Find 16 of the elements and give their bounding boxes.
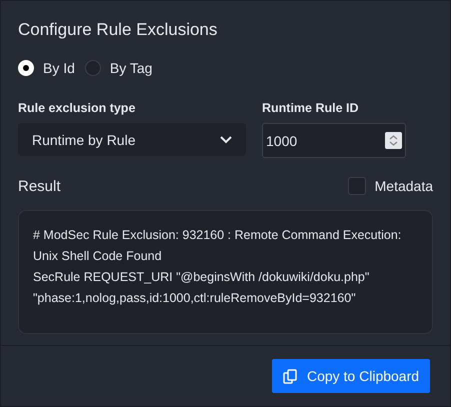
spinner-icon[interactable]: [385, 132, 402, 149]
copy-button[interactable]: Copy to Clipboard: [272, 359, 430, 393]
rule-id-field[interactable]: 1000: [262, 123, 406, 158]
copy-icon: [282, 368, 298, 384]
radio-label[interactable]: By Tag: [110, 60, 152, 76]
result-label: Result: [18, 178, 61, 194]
metadata-checkbox[interactable]: [348, 177, 366, 195]
checkbox-label[interactable]: Metadata: [374, 178, 433, 194]
chevron-down-icon: [220, 136, 232, 144]
field-label: Rule exclusion type: [18, 101, 136, 115]
field-label: Runtime Rule ID: [262, 101, 360, 115]
dialog-title: Configure Rule Exclusions: [18, 19, 218, 41]
radio-button[interactable]: [84, 60, 101, 76]
radio-label[interactable]: By Id: [43, 60, 75, 76]
exclusion-type-select[interactable]: Runtime by Rule: [18, 123, 246, 156]
result-textarea[interactable]: # ModSec Rule Exclusion: 932160 : Remote Command Execution: Unix Shell Code Found SecRule REQUEST_URI "@beginsWith /dokuwiki/doku.php" "phase:1,nolog,pass,id:1000,ctl:ruleRemoveById=932160": [18, 210, 433, 334]
